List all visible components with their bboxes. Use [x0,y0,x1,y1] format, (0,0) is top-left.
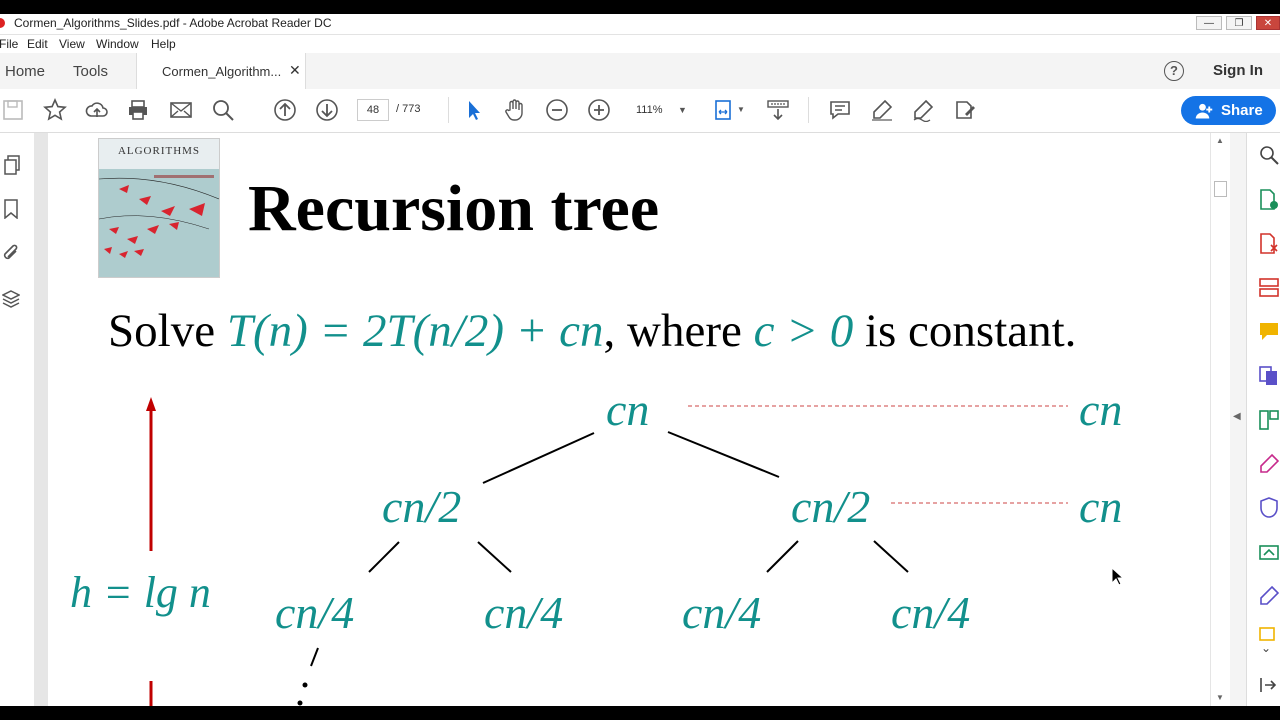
tree-level2-node: cn/4 [275,587,355,638]
zoom-in-icon[interactable] [587,98,611,122]
tree-level2-node: cn/4 [891,587,971,638]
highlight-pen-icon[interactable] [870,98,894,122]
edge-l1-right-b [873,540,909,573]
create-pdf-icon[interactable] [1259,233,1279,255]
zoom-level-select[interactable]: 111% ▼ [630,99,692,121]
page-total: / 773 [396,103,421,115]
combine-files-icon[interactable] [1259,365,1279,387]
edge-root-left [482,432,595,484]
hand-tool-icon[interactable] [503,98,527,122]
fill-sign-tool-icon[interactable] [1259,453,1279,475]
scroll-down-icon[interactable]: ▼ [1216,693,1224,702]
chevron-down-icon: ▼ [678,105,687,115]
continuation-dash [310,647,319,667]
level0-cost: cn [1079,384,1123,435]
collapse-tools-pane-icon[interactable] [1259,677,1277,693]
collapse-right-panel-icon[interactable]: ◀ [1233,411,1241,422]
menu-file[interactable]: File [0,37,18,51]
page-number-input[interactable]: 48 [357,99,389,121]
fit-options-chevron-icon[interactable]: ▼ [737,105,745,114]
toolbar: 48 / 773 111% ▼ ▼ Share [0,89,1280,133]
menu-window[interactable]: Window [96,37,139,51]
tree-level2-node: cn/4 [682,587,762,638]
mouse-pointer-icon [1111,567,1125,586]
protect-shield-icon[interactable] [1259,497,1279,519]
edge-l1-left-b [477,541,512,573]
send-for-signature-icon[interactable] [1259,585,1279,607]
help-button[interactable]: ? [1164,61,1184,81]
zoom-search-icon[interactable] [1259,145,1279,165]
tree-level1-node-left: cn/2 [382,481,462,532]
document-viewport: ALGORITHMS Recursion tree Solve T(n) = 2… [34,133,1210,706]
close-tab-icon[interactable]: ✕ [289,62,301,79]
comment-icon[interactable] [828,98,852,122]
scroll-up-icon[interactable]: ▲ [1216,136,1224,145]
send-for-review-icon[interactable] [1259,541,1279,563]
zoom-out-icon[interactable] [545,98,569,122]
acrobat-app-icon [0,18,5,28]
more-tools-icon[interactable] [1259,627,1279,641]
tab-document[interactable]: Cormen_Algorithm... ✕ [136,53,306,90]
menu-help[interactable]: Help [151,37,176,51]
page-thumbnails-icon[interactable] [3,155,21,175]
share-button-label: Share [1221,102,1263,119]
right-panel-toggle-strip: ◀ [1230,133,1246,706]
close-window-button[interactable]: ✕ [1256,16,1280,30]
tree-height-label: h = lg n [70,568,211,617]
comment-tool-icon[interactable] [1259,321,1279,343]
minimize-button[interactable]: — [1196,16,1222,30]
continuation-dot [302,682,308,688]
right-tools-rail: ⌄ [1246,133,1280,706]
next-page-icon[interactable] [315,98,339,122]
maximize-button[interactable]: ❐ [1226,16,1252,30]
email-icon[interactable] [169,98,193,122]
upload-cloud-icon[interactable] [85,98,109,122]
share-user-icon [1195,103,1213,119]
scroll-mode-icon[interactable] [766,98,790,122]
tab-document-label: Cormen_Algorithm... [162,64,282,79]
previous-page-icon[interactable] [273,98,297,122]
tree-level2-node: cn/4 [484,587,564,638]
organize-pages-icon[interactable] [1259,409,1279,431]
continuation-dot [297,700,303,706]
attachments-icon[interactable] [2,243,20,263]
tree-level1-node-right: cn/2 [791,481,871,532]
tab-tools[interactable]: Tools [73,63,108,80]
fill-sign-icon[interactable] [953,98,977,122]
scrollbar-thumb[interactable] [1214,181,1227,197]
menu-bar: File Edit View Window Help [0,35,1280,53]
pdf-page: ALGORITHMS Recursion tree Solve T(n) = 2… [48,133,1210,706]
layers-icon[interactable] [2,289,20,309]
level1-cost: cn [1079,481,1123,532]
menu-view[interactable]: View [59,37,85,51]
tree-root-node: cn [606,384,650,435]
height-arrow-head [146,397,156,411]
search-icon[interactable] [211,98,235,122]
export-pdf-icon[interactable] [1259,189,1279,211]
tab-bar: Home Tools Cormen_Algorithm... ✕ ? Sign … [0,53,1280,90]
save-icon[interactable] [1,98,25,122]
window-titlebar: Cormen_Algorithms_Slides.pdf - Adobe Acr… [0,14,1280,35]
window-title: Cormen_Algorithms_Slides.pdf - Adobe Acr… [14,16,332,30]
print-icon[interactable] [126,98,150,122]
edge-root-right [667,431,780,478]
edge-l1-right-a [766,540,799,573]
bookmarks-icon[interactable] [4,199,18,219]
left-navigation-rail: ◀ [0,133,44,706]
edge-l1-left-a [368,541,400,573]
share-button[interactable]: Share [1181,96,1276,125]
edit-pdf-icon[interactable] [1259,277,1279,299]
zoom-level-value: 111% [636,104,663,116]
tab-home[interactable]: Home [5,63,45,80]
signin-button[interactable]: Sign In [1213,62,1263,79]
fit-page-icon[interactable] [712,98,736,122]
expand-tools-chevron-icon[interactable]: ⌄ [1261,641,1271,655]
menu-edit[interactable]: Edit [27,37,48,51]
bookmark-star-icon[interactable] [43,98,67,122]
vertical-scrollbar[interactable]: ▲ ▼ [1210,133,1231,706]
select-cursor-icon[interactable] [462,98,486,122]
draw-icon[interactable] [911,98,935,122]
